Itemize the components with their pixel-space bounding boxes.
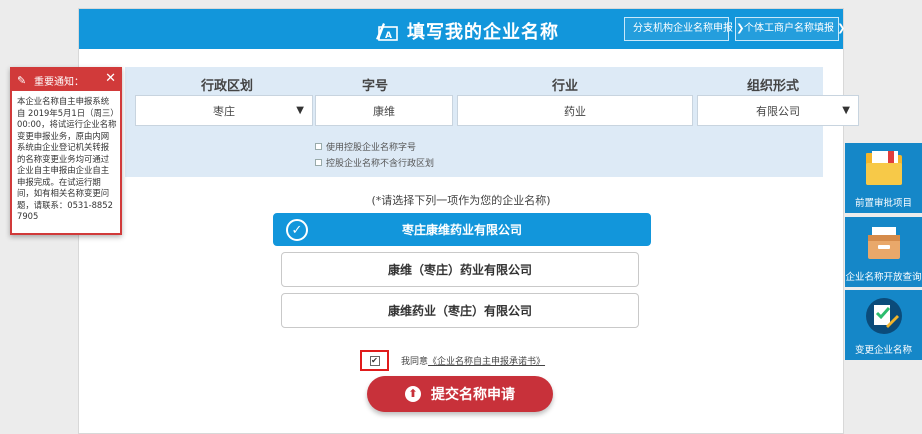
- use-holding-brand-checkbox[interactable]: 使用控股企业名称字号: [315, 140, 416, 153]
- agreement-text: 我同意《企业名称自主申报承诺书》: [401, 357, 546, 367]
- name-option-selected[interactable]: ✓ 枣庄康维药业有限公司: [273, 213, 651, 246]
- checkbox-icon: [315, 143, 322, 150]
- name-option[interactable]: 康维药业（枣庄）有限公司: [281, 293, 639, 328]
- agree-checkbox-highlight[interactable]: ✔: [360, 350, 389, 371]
- select-prompt: (*请选择下列一项作为您的企业名称): [371, 194, 551, 207]
- edit-check-icon: [864, 296, 904, 339]
- submit-name-button[interactable]: ⬆ 提交名称申请: [367, 376, 553, 412]
- tile-name-open-query[interactable]: 企业名称开放查询: [845, 217, 922, 287]
- org-form-label: 组织形式: [746, 79, 799, 94]
- name-form-panel: 行政区划 字号 行业 组织形式 枣庄 ▼ 康维 药业 有限公司 ▼ 使用控股企业…: [125, 67, 859, 177]
- check-circle-icon: ✓: [286, 219, 308, 241]
- org-form-select[interactable]: 有限公司 ▼: [697, 95, 859, 126]
- industry-input[interactable]: 药业: [457, 95, 693, 126]
- brand-input[interactable]: 康维: [315, 95, 453, 126]
- agreement-link[interactable]: 《企业名称自主申报承诺书》: [428, 357, 545, 367]
- main-card: A 填写我的企业名称 分支机构企业名称申报 ❯ 个体工商户名称填报 ❯ 行政区划…: [78, 8, 859, 434]
- close-icon[interactable]: ✕: [105, 71, 116, 86]
- pen-edit-icon: A: [375, 21, 401, 41]
- dropdown-arrow-icon: ▼: [296, 105, 304, 116]
- notice-header: ✎ 重要通知： ✕: [12, 69, 120, 91]
- industry-label: 行业: [551, 79, 578, 94]
- folder-icon: [864, 149, 904, 192]
- tile-prior-approval[interactable]: 前置审批项目: [845, 143, 922, 213]
- dropdown-arrow-icon: ▼: [842, 105, 850, 116]
- region-select[interactable]: 枣庄 ▼: [135, 95, 313, 126]
- brand-label: 字号: [361, 79, 388, 94]
- chevron-right-icon: ❯: [834, 23, 846, 34]
- important-notice: ✎ 重要通知： ✕ 本企业名称自主申报系统自 2019年5月1日（周三）00:0…: [10, 67, 122, 235]
- holding-no-region-checkbox[interactable]: 控股企业名称不含行政区划: [315, 156, 434, 169]
- region-label: 行政区划: [200, 79, 253, 94]
- pen-icon: ✎: [17, 73, 27, 87]
- agree-checkbox[interactable]: ✔: [369, 355, 380, 366]
- notice-body: 本企业名称自主申报系统自 2019年5月1日（周三）00:00，将试运行企业名称…: [17, 96, 117, 221]
- individual-name-button[interactable]: 个体工商户名称填报 ❯: [735, 17, 846, 41]
- svg-text:A: A: [385, 31, 392, 41]
- branch-name-button[interactable]: 分支机构企业名称申报 ❯: [624, 17, 745, 41]
- archive-box-icon: [864, 223, 904, 266]
- page-title: A 填写我的企业名称: [375, 18, 559, 44]
- tile-change-name[interactable]: 变更企业名称: [845, 290, 922, 360]
- header-bar: A 填写我的企业名称 分支机构企业名称申报 ❯ 个体工商户名称填报 ❯: [79, 9, 846, 49]
- checkbox-icon: [315, 159, 322, 166]
- name-option[interactable]: 康维（枣庄）药业有限公司: [281, 252, 639, 287]
- upload-arrow-icon: ⬆: [405, 386, 421, 402]
